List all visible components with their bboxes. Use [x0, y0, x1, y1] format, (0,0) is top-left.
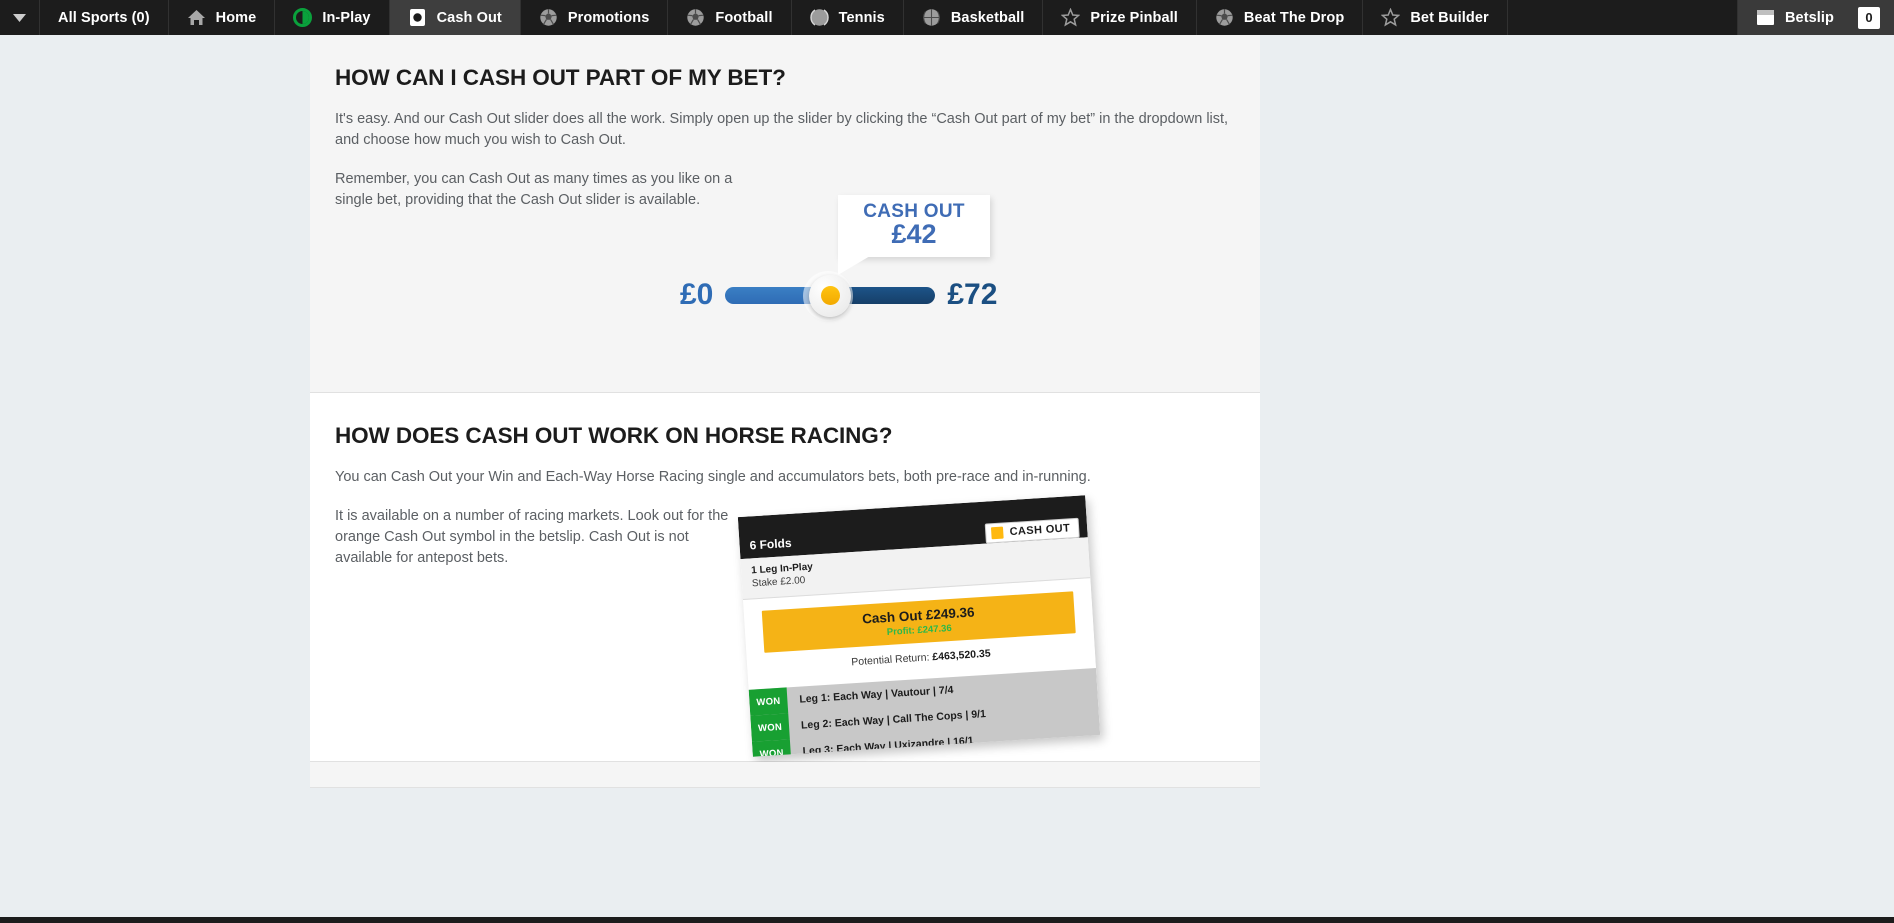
content-panel: HOW CAN I CASH OUT PART OF MY BET? It's …: [310, 35, 1260, 788]
nav-item-label: All Sports (0): [58, 9, 150, 26]
nav-item-label: Tennis: [838, 9, 885, 26]
football-icon: [686, 8, 705, 27]
cash-out-slider-illustration: CASH OUT £42 £0 £72: [335, 177, 1235, 392]
paragraph-part-cashout-1: It's easy. And our Cash Out slider does …: [335, 111, 1229, 148]
nav-item-football[interactable]: Football: [668, 0, 792, 35]
betslip-button[interactable]: Betslip: [1738, 0, 1852, 35]
section-horse-racing: HOW DOES CASH OUT WORK ON HORSE RACING? …: [310, 393, 1260, 762]
nav-item-basketball[interactable]: Basketball: [904, 0, 1044, 35]
betslip-folds-label: 6 Folds: [749, 535, 792, 553]
status-badge: WON: [748, 687, 789, 716]
nav-item-label: Prize Pinball: [1090, 9, 1178, 26]
page-body: HOW CAN I CASH OUT PART OF MY BET? It's …: [0, 35, 1894, 923]
nav-item-beat-the-drop[interactable]: Beat The Drop: [1197, 0, 1364, 35]
football-icon: [539, 8, 558, 27]
nav-spacer: [1508, 0, 1738, 35]
nav-item-label: Home: [215, 9, 257, 26]
nav-item-label: Bet Builder: [1410, 9, 1489, 26]
nav-item-label: Football: [715, 9, 773, 26]
betslip-icon: [1756, 8, 1775, 27]
betslip-potential-return-label: Potential Return:: [850, 651, 930, 669]
tennis-ball-icon: [809, 8, 829, 27]
basketball-icon: [922, 8, 941, 27]
page-title: HOW CAN I CASH OUT PART OF MY BET?: [335, 65, 786, 90]
betslip-label: Betslip: [1784, 9, 1834, 26]
inplay-circle-icon: [293, 8, 313, 27]
nav-item-all-sports[interactable]: All Sports (0): [40, 0, 169, 35]
slider-track-row: £0 £72: [680, 270, 1100, 321]
status-badge: WON: [750, 713, 790, 742]
betslip-profit-label: Profit:: [886, 625, 916, 639]
all-sports-dropdown-toggle[interactable]: [0, 0, 40, 35]
betslip-cash-out-label: CASH OUT: [1009, 522, 1071, 539]
section-cash-out-part-of-bet: HOW CAN I CASH OUT PART OF MY BET? It's …: [310, 35, 1260, 393]
betslip-potential-return-value: £463,520.35: [931, 647, 992, 664]
nav-item-home[interactable]: Home: [169, 0, 276, 35]
nav-item-promotions[interactable]: Promotions: [521, 0, 669, 35]
slider-knob-dot: [820, 286, 840, 305]
nav-item-label: Cash Out: [436, 9, 502, 26]
nav-item-label: Beat The Drop: [1243, 9, 1345, 26]
section-next-partial: [310, 762, 1260, 788]
nav-item-cash-out[interactable]: Cash Out: [389, 0, 521, 35]
cashout-square-icon: [991, 526, 1005, 540]
slider-max-label: £72: [947, 278, 998, 311]
callout-amount: £42: [891, 219, 937, 249]
chevron-down-icon: [13, 13, 26, 22]
slider-knob[interactable]: [809, 274, 852, 317]
slider-track[interactable]: [725, 270, 936, 321]
footer-strip: [0, 917, 1894, 923]
status-badge: WON: [751, 739, 792, 757]
home-icon: [187, 8, 206, 27]
nav-item-tennis[interactable]: Tennis: [792, 0, 904, 35]
nav-item-in-play[interactable]: In-Play: [275, 0, 390, 35]
slider-min-label: £0: [680, 278, 714, 311]
star-icon: [1061, 8, 1081, 27]
nav-item-label: Promotions: [567, 9, 650, 26]
cashout-icon: [408, 8, 427, 27]
betslip-profit-value: £247.36: [917, 622, 953, 637]
nav-item-prize-pinball[interactable]: Prize Pinball: [1043, 0, 1197, 35]
betslip-illustration: 6 Folds CASH OUT 1 Leg In-Play Stake £2.…: [335, 495, 1235, 761]
cash-out-callout: CASH OUT £42: [838, 195, 990, 275]
paragraph-horse-racing-1: You can Cash Out your Win and Each-Way H…: [335, 469, 1091, 485]
nav-item-label: In-Play: [322, 9, 371, 26]
betslip-count-badge: 0: [1858, 6, 1880, 29]
section-title-horse-racing: HOW DOES CASH OUT WORK ON HORSE RACING?: [335, 423, 893, 448]
betslip-area[interactable]: Betslip 0: [1737, 0, 1894, 35]
betslip-card: 6 Folds CASH OUT 1 Leg In-Play Stake £2.…: [737, 495, 1101, 757]
top-navigation-bar: All Sports (0) Home In-Play Cash Out Pro…: [0, 0, 1894, 35]
nav-item-bet-builder[interactable]: Bet Builder: [1363, 0, 1508, 35]
football-icon: [1215, 8, 1234, 27]
star-icon: [1381, 8, 1401, 27]
nav-item-label: Basketball: [950, 9, 1025, 26]
